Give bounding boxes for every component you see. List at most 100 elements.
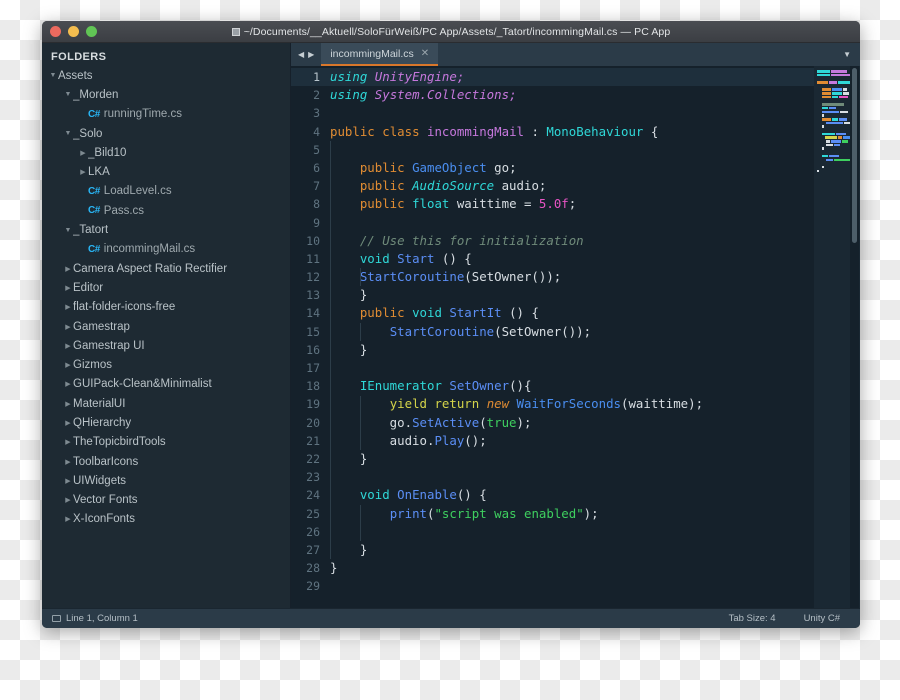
tree-item-lka[interactable]: ▶ LKA [42,162,290,181]
code-token: } [330,560,338,576]
code-line[interactable] [327,523,814,541]
code-line[interactable]: StartCoroutine(SetOwner()); [327,323,814,341]
minimap-segment [839,95,848,99]
file-tree[interactable]: ▼ Assets ▼ _Morden C# runningTime.cs ▼ _Solo ▶ _B… [42,66,290,529]
chevron-down-icon[interactable]: ▼ [48,72,58,79]
minimap-segment [825,136,837,139]
code-line[interactable]: StartCoroutine(SetOwner()); [327,268,814,286]
syntax-mode-indicator[interactable]: Unity C# [804,613,840,624]
tab-next-icon[interactable]: ▶ [308,50,314,59]
tree-item-thetopicbirdtools[interactable]: ▶ TheTopicbirdTools [42,433,290,452]
chevron-right-icon[interactable]: ▶ [63,361,73,369]
tree-item-loadlevel-cs[interactable]: C# LoadLevel.cs [42,182,290,201]
chevron-right-icon[interactable]: ▶ [63,419,73,427]
chevron-right-icon[interactable]: ▶ [63,265,73,273]
tree-item-camera-aspect-ratio-rectifier[interactable]: ▶ Camera Aspect Ratio Rectifier [42,259,290,278]
chevron-down-icon[interactable]: ▼ [834,43,860,66]
code-content[interactable]: using UnityEngine; using System.Collectio… [327,66,814,608]
tree-item-guipack-clean-minimalist[interactable]: ▶ GUIPack-Clean&Minimalist [42,375,290,394]
tab-prev-icon[interactable]: ◀ [298,50,304,59]
tab-incommingmail[interactable]: incommingMail.cs ✕ [321,43,439,66]
code-line[interactable]: public AudioSource audio; [327,177,814,195]
code-line[interactable]: using UnityEngine; [327,68,814,87]
code-line[interactable]: public class incommingMail : MonoBehavio… [327,123,814,141]
code-line[interactable] [327,214,814,232]
tree-item-materialui[interactable]: ▶ MaterialUI [42,394,290,413]
code-line[interactable]: void OnEnable() { [327,486,814,504]
chevron-right-icon[interactable]: ▶ [63,477,73,485]
cursor-position[interactable]: Line 1, Column 1 [66,613,138,624]
chevron-right-icon[interactable]: ▶ [63,438,73,446]
vertical-scrollbar[interactable] [850,66,859,608]
chevron-right-icon[interactable]: ▶ [63,515,73,523]
minimap-segment [817,88,821,91]
scrollbar-thumb[interactable] [852,68,857,243]
tab-size-indicator[interactable]: Tab Size: 4 [729,613,776,624]
code-line[interactable]: public float waittime = 5.0f; [327,195,814,213]
code-line[interactable]: // Use this for initialization [327,232,814,250]
chevron-right-icon[interactable]: ▶ [63,496,73,504]
minimap-segment [822,88,831,92]
tree-item-gamestrap[interactable]: ▶ Gamestrap [42,317,290,336]
code-line[interactable]: } [327,541,814,559]
tree-item-assets[interactable]: ▼ Assets [42,66,290,85]
code-line[interactable] [327,577,814,595]
chevron-right-icon[interactable]: ▶ [78,149,88,157]
code-line[interactable]: } [327,450,814,468]
tree-item-x-iconfonts[interactable]: ▶ X-IconFonts [42,510,290,529]
code-line[interactable] [327,468,814,486]
code-line[interactable]: using System.Collections; [327,86,814,104]
tree-item-tatort[interactable]: ▼ _Tatort [42,220,290,239]
tree-item-runningtime-cs[interactable]: C# runningTime.cs [42,105,290,124]
tree-item-gizmos[interactable]: ▶ Gizmos [42,355,290,374]
minimap-segment [817,96,821,99]
code-line[interactable]: audio.Play(); [327,432,814,450]
close-icon[interactable]: ✕ [421,48,429,59]
tree-item-toolbaricons[interactable]: ▶ ToolbarIcons [42,452,290,471]
code-token: StartCoroutine [389,323,495,339]
tree-item-uiwidgets[interactable]: ▶ UIWidgets [42,471,290,490]
code-line[interactable]: public void StartIt () { [327,304,814,322]
tree-item-editor[interactable]: ▶ Editor [42,278,290,297]
csharp-file-icon: C# [88,185,100,197]
tree-item-qhierarchy[interactable]: ▶ QHierarchy [42,413,290,432]
code-line[interactable] [327,141,814,159]
tree-item-vector-fonts[interactable]: ▶ Vector Fonts [42,491,290,510]
tree-item-label: MaterialUI [73,397,126,410]
tree-item-gamestrap-ui[interactable]: ▶ Gamestrap UI [42,336,290,355]
tree-item-flat-folder-icons-free[interactable]: ▶ flat-folder-icons-free [42,298,290,317]
tree-item-morden[interactable]: ▼ _Morden [42,85,290,104]
chevron-right-icon[interactable]: ▶ [78,168,88,176]
chevron-right-icon[interactable]: ▶ [63,380,73,388]
code-line[interactable] [327,104,814,122]
tab-nav-arrows[interactable]: ◀ ▶ [291,43,321,66]
code-token: 5.0f [538,196,569,212]
code-line[interactable]: public GameObject go; [327,159,814,177]
minimap-segment [817,169,819,173]
code-line[interactable]: } [327,341,814,359]
tree-item-solo[interactable]: ▼ _Solo [42,124,290,143]
tree-item-incommingmail-cs[interactable]: C# incommingMail.cs [42,240,290,259]
code-line[interactable]: yield return new WaitForSeconds(waittime… [327,395,814,413]
chevron-right-icon[interactable]: ▶ [63,400,73,408]
code-line[interactable]: void Start () { [327,250,814,268]
code-line[interactable]: go.SetActive(true); [327,414,814,432]
minimap-segment [822,110,839,114]
chevron-right-icon[interactable]: ▶ [63,342,73,350]
tree-item-bild10[interactable]: ▶ _Bild10 [42,143,290,162]
code-line[interactable] [327,359,814,377]
chevron-right-icon[interactable]: ▶ [63,303,73,311]
chevron-right-icon[interactable]: ▶ [63,458,73,466]
chevron-right-icon[interactable]: ▶ [63,284,73,292]
code-line[interactable]: } [327,286,814,304]
chevron-down-icon[interactable]: ▼ [63,130,73,137]
chevron-down-icon[interactable]: ▼ [63,91,73,98]
code-line[interactable]: IEnumerator SetOwner(){ [327,377,814,395]
code-line[interactable]: } [327,559,814,577]
folders-sidebar[interactable]: FOLDERS ▼ Assets ▼ _Morden C# runningTime.cs ▼… [42,43,290,608]
chevron-down-icon[interactable]: ▼ [63,227,73,234]
chevron-right-icon[interactable]: ▶ [63,323,73,331]
tree-item-pass-cs[interactable]: C# Pass.cs [42,201,290,220]
code-line[interactable]: print("script was enabled"); [327,505,814,523]
